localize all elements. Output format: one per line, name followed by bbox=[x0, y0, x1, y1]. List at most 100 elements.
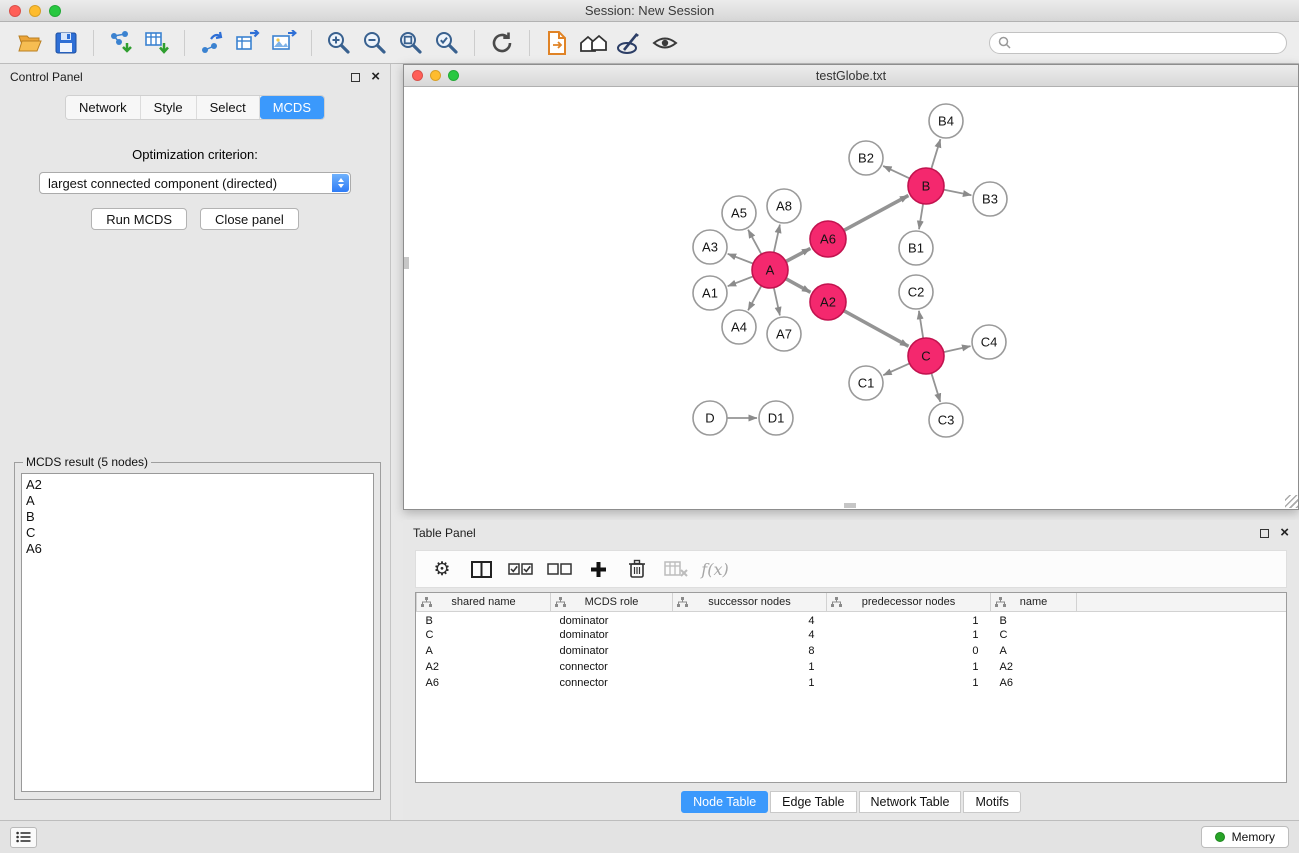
network-canvas[interactable]: B4B2BB3A5A8A6A3B1AA1C2A2A4A7C4CC1C3DD1 bbox=[404, 87, 1298, 508]
node-A8[interactable]: A8 bbox=[767, 189, 801, 223]
open-document-button[interactable] bbox=[539, 26, 575, 60]
cell[interactable]: dominator bbox=[551, 627, 673, 643]
add-column-button[interactable] bbox=[582, 554, 614, 584]
show-hide-button[interactable] bbox=[647, 26, 683, 60]
resize-grip[interactable] bbox=[1285, 495, 1298, 508]
run-mcds-button[interactable]: Run MCDS bbox=[91, 208, 187, 230]
cell[interactable]: A6 bbox=[991, 675, 1077, 691]
zoom-network-window-button[interactable] bbox=[448, 70, 459, 81]
delete-column-button[interactable] bbox=[621, 554, 653, 584]
table-row[interactable]: Bdominator41B bbox=[417, 611, 1287, 627]
node-A[interactable]: A bbox=[752, 252, 788, 288]
cell[interactable]: 1 bbox=[673, 659, 827, 675]
cell[interactable]: 0 bbox=[827, 643, 991, 659]
cell[interactable]: A6 bbox=[417, 675, 551, 691]
cell[interactable]: A bbox=[991, 643, 1077, 659]
cell[interactable]: 4 bbox=[673, 627, 827, 643]
edge-B-B1[interactable] bbox=[919, 204, 923, 229]
cell[interactable]: A2 bbox=[991, 659, 1077, 675]
edge-A-A4[interactable] bbox=[748, 286, 761, 311]
column-header-predecessor-nodes[interactable]: predecessor nodes bbox=[827, 593, 991, 611]
edge-A6-B[interactable] bbox=[844, 196, 909, 231]
close-panel-button[interactable]: Close panel bbox=[200, 208, 299, 230]
tab-network[interactable]: Network bbox=[66, 96, 141, 119]
node-A6[interactable]: A6 bbox=[810, 221, 846, 257]
function-builder-button[interactable]: f(x) bbox=[699, 554, 731, 584]
mcds-result-list[interactable]: A2ABCA6 bbox=[21, 473, 374, 792]
node-B3[interactable]: B3 bbox=[973, 182, 1007, 216]
close-window-button[interactable] bbox=[9, 5, 21, 17]
table-row[interactable]: A6connector11A6 bbox=[417, 675, 1287, 691]
node-C4[interactable]: C4 bbox=[972, 325, 1006, 359]
cell[interactable]: connector bbox=[551, 675, 673, 691]
zoom-selected-button[interactable] bbox=[429, 26, 465, 60]
cell[interactable]: A bbox=[417, 643, 551, 659]
cell[interactable]: 1 bbox=[827, 659, 991, 675]
cell[interactable]: A2 bbox=[417, 659, 551, 675]
show-columns-button[interactable] bbox=[465, 554, 497, 584]
deselect-all-button[interactable] bbox=[543, 554, 575, 584]
cell[interactable]: 8 bbox=[673, 643, 827, 659]
search-input[interactable] bbox=[1016, 36, 1278, 50]
cell[interactable]: 1 bbox=[827, 627, 991, 643]
cell[interactable]: C bbox=[991, 627, 1077, 643]
result-item[interactable]: B bbox=[26, 509, 369, 525]
memory-button[interactable]: Memory bbox=[1201, 826, 1289, 848]
node-A5[interactable]: A5 bbox=[722, 196, 756, 230]
open-session-button[interactable] bbox=[12, 26, 48, 60]
cell[interactable]: 1 bbox=[827, 675, 991, 691]
node-B2[interactable]: B2 bbox=[849, 141, 883, 175]
edge-A-A1[interactable] bbox=[728, 276, 754, 286]
node-A7[interactable]: A7 bbox=[767, 317, 801, 351]
optimization-dropdown[interactable]: largest connected component (directed) bbox=[39, 172, 351, 194]
zoom-in-button[interactable] bbox=[321, 26, 357, 60]
horizontal-scroll-thumb[interactable] bbox=[844, 503, 856, 508]
edge-A-A5[interactable] bbox=[748, 230, 761, 255]
node-C3[interactable]: C3 bbox=[929, 403, 963, 437]
edge-A-A2[interactable] bbox=[786, 279, 811, 293]
export-table-button[interactable] bbox=[230, 26, 266, 60]
node-C1[interactable]: C1 bbox=[849, 366, 883, 400]
node-B1[interactable]: B1 bbox=[899, 231, 933, 265]
minimize-window-button[interactable] bbox=[29, 5, 41, 17]
node-B[interactable]: B bbox=[908, 168, 944, 204]
cell[interactable]: 4 bbox=[673, 611, 827, 627]
column-header-MCDS-role[interactable]: MCDS role bbox=[551, 593, 673, 611]
zoom-out-button[interactable] bbox=[357, 26, 393, 60]
column-header-name[interactable]: name bbox=[991, 593, 1077, 611]
edge-B-B4[interactable] bbox=[931, 139, 940, 169]
node-A2[interactable]: A2 bbox=[810, 284, 846, 320]
tab-edge-table[interactable]: Edge Table bbox=[770, 791, 856, 813]
table-row[interactable]: Adominator80A bbox=[417, 643, 1287, 659]
refresh-button[interactable] bbox=[484, 26, 520, 60]
task-history-button[interactable] bbox=[10, 827, 37, 848]
node-A3[interactable]: A3 bbox=[693, 230, 727, 264]
close-panel-icon[interactable]: × bbox=[371, 72, 380, 82]
export-network-button[interactable] bbox=[194, 26, 230, 60]
edge-C-C2[interactable] bbox=[919, 311, 923, 338]
result-item[interactable]: A bbox=[26, 493, 369, 509]
result-item[interactable]: A6 bbox=[26, 541, 369, 557]
edge-A-A7[interactable] bbox=[774, 288, 780, 316]
edge-A2-C[interactable] bbox=[844, 311, 909, 347]
import-network-button[interactable] bbox=[103, 26, 139, 60]
edge-A-A3[interactable] bbox=[728, 254, 754, 264]
home-button[interactable] bbox=[575, 26, 611, 60]
zoom-fit-button[interactable] bbox=[393, 26, 429, 60]
node-D[interactable]: D bbox=[693, 401, 727, 435]
result-item[interactable]: C bbox=[26, 525, 369, 541]
column-header-shared-name[interactable]: shared name bbox=[417, 593, 551, 611]
tab-motifs[interactable]: Motifs bbox=[963, 791, 1020, 813]
destroy-table-button[interactable] bbox=[660, 554, 692, 584]
cell[interactable]: connector bbox=[551, 659, 673, 675]
tab-select[interactable]: Select bbox=[197, 96, 260, 119]
close-table-panel-icon[interactable]: × bbox=[1280, 528, 1289, 538]
column-header-successor-nodes[interactable]: successor nodes bbox=[673, 593, 827, 611]
node-A4[interactable]: A4 bbox=[722, 310, 756, 344]
table-row[interactable]: A2connector11A2 bbox=[417, 659, 1287, 675]
cell[interactable]: B bbox=[417, 611, 551, 627]
export-image-button[interactable] bbox=[266, 26, 302, 60]
cell[interactable]: B bbox=[991, 611, 1077, 627]
table-settings-button[interactable]: ⚙ bbox=[426, 554, 458, 584]
edge-A-A6[interactable] bbox=[786, 248, 811, 261]
